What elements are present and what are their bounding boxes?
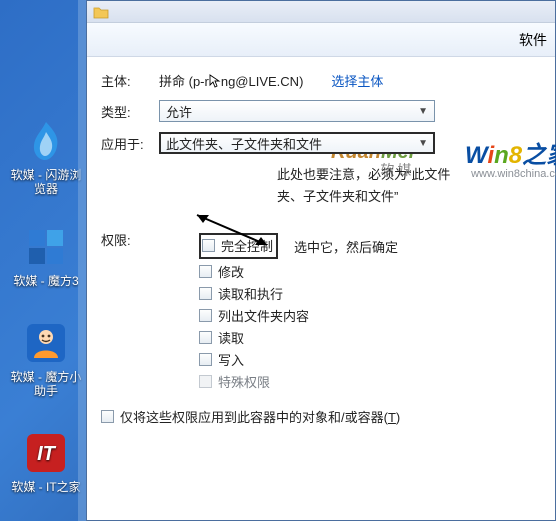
cursor-icon — [208, 74, 222, 88]
principal-label: 主体: — [101, 71, 153, 90]
svg-text:IT: IT — [37, 443, 57, 465]
chevron-down-icon: ▼ — [418, 106, 428, 117]
window-titlebar[interactable] — [87, 1, 555, 23]
flame-icon — [23, 118, 69, 164]
desktop-icon-label: 软媒 - 闪游浏 览器 — [6, 168, 86, 196]
apply-to-label: 应用于: — [101, 134, 153, 153]
perm-label: 写入 — [218, 350, 244, 369]
desktop-background: 软媒 - 闪游浏 览器 软媒 - 魔方3 软媒 - 魔方小 助手 IT 软媒 -… — [0, 0, 556, 521]
tiles-icon — [23, 224, 69, 270]
permissions-list: 完全控制 选中它，然后确定 修改 读取和执行 列出文件夹内容 — [199, 233, 545, 391]
perm-label: 列出文件夹内容 — [218, 306, 309, 325]
annotation-full-control-note: 选中它，然后确定 — [294, 237, 398, 256]
window-content: RuanMei 软媒 Win8之家 www.win8china.com 主体: … — [87, 57, 555, 436]
perm-item-read: 读取 — [199, 328, 545, 347]
type-select-value: 允许 — [166, 102, 192, 121]
window-subheader: 软件 — [87, 23, 555, 57]
perm-item-full-control: 完全控制 选中它，然后确定 — [199, 233, 545, 259]
principal-value: 拼命 (p-rng@LIVE.CN) — [159, 71, 303, 90]
desktop-icon-label: 软媒 - 魔方3 — [6, 274, 86, 288]
checkbox-apply-only[interactable] — [101, 410, 114, 423]
desktop-icon-label: 软媒 - IT之家 — [6, 480, 86, 494]
it-icon: IT — [23, 430, 69, 476]
apply-only-label: 仅将这些权限应用到此容器中的对象和/或容器(T) — [120, 407, 400, 426]
perm-label: 特殊权限 — [218, 372, 270, 391]
folder-icon — [93, 5, 109, 19]
perm-label: 读取 — [218, 328, 244, 347]
apply-to-select-value: 此文件夹、子文件夹和文件 — [166, 134, 322, 153]
desktop-icon-helper[interactable]: 软媒 - 魔方小 助手 — [6, 320, 86, 398]
type-select[interactable]: 允许 ▼ — [159, 100, 435, 122]
checkbox-write[interactable] — [199, 353, 212, 366]
apply-to-row: 应用于: 此文件夹、子文件夹和文件 ▼ — [101, 132, 545, 154]
principal-row: 主体: 拼命 (p-rng@LIVE.CN) 选择主体 — [101, 71, 545, 90]
permissions-window: 软件 RuanMei 软媒 Win8之家 www.win8china.com 主… — [86, 0, 556, 521]
window-subheader-text: 软件 — [519, 30, 547, 50]
checkbox-modify[interactable] — [199, 265, 212, 278]
perm-item-special: 特殊权限 — [199, 372, 545, 391]
checkbox-read-execute[interactable] — [199, 287, 212, 300]
checkbox-special — [199, 375, 212, 388]
annotation-apply-note: 此处也要注意，必须为“此文件 夹、子文件夹和文件” — [277, 164, 545, 208]
type-label: 类型: — [101, 102, 153, 121]
desktop-icon-browser[interactable]: 软媒 - 闪游浏 览器 — [6, 118, 86, 196]
chevron-down-icon: ▼ — [418, 138, 428, 149]
desktop-icon-ithome[interactable]: IT 软媒 - IT之家 — [6, 430, 86, 494]
apply-only-row: 仅将这些权限应用到此容器中的对象和/或容器(T) — [101, 407, 545, 426]
perm-label: 修改 — [218, 262, 244, 281]
annotation-highlight-box: 完全控制 — [199, 233, 278, 259]
type-row: 类型: 允许 ▼ — [101, 100, 545, 122]
perm-item-modify: 修改 — [199, 262, 545, 281]
perm-item-read-execute: 读取和执行 — [199, 284, 545, 303]
apply-to-select[interactable]: 此文件夹、子文件夹和文件 ▼ — [159, 132, 435, 154]
perm-item-list-folder: 列出文件夹内容 — [199, 306, 545, 325]
checkbox-full-control[interactable] — [202, 239, 215, 252]
perm-label: 完全控制 — [221, 236, 273, 255]
helper-icon — [23, 320, 69, 366]
perm-label: 读取和执行 — [218, 284, 283, 303]
checkbox-list-folder[interactable] — [199, 309, 212, 322]
desktop-icon-mofang3[interactable]: 软媒 - 魔方3 — [6, 224, 86, 288]
perm-item-write: 写入 — [199, 350, 545, 369]
checkbox-read[interactable] — [199, 331, 212, 344]
desktop-icon-label: 软媒 - 魔方小 助手 — [6, 370, 86, 398]
select-principal-link[interactable]: 选择主体 — [331, 71, 383, 90]
